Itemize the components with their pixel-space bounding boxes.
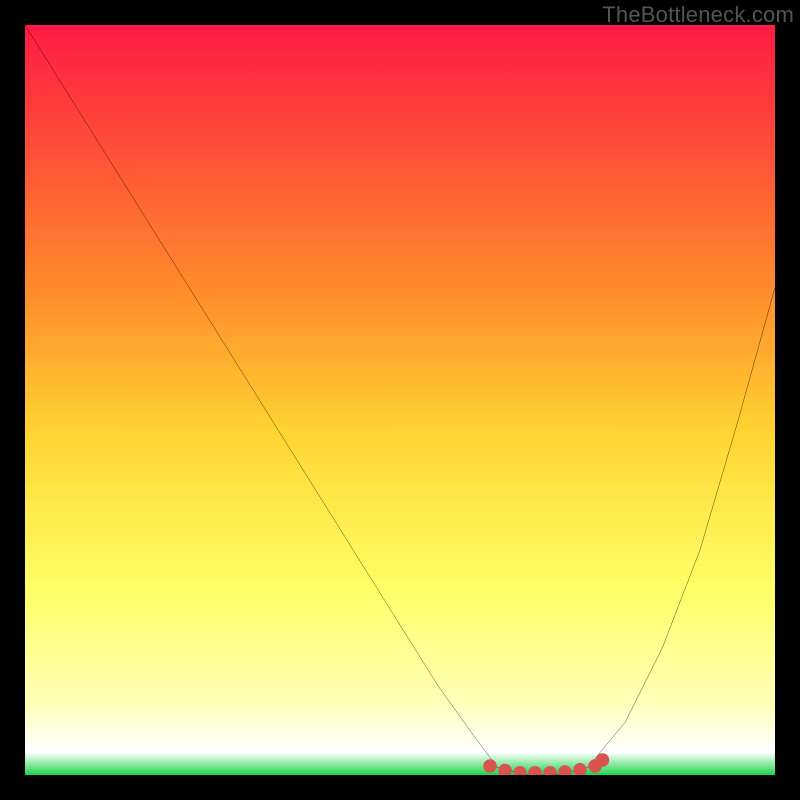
watermark-text: TheBottleneck.com [602, 2, 794, 28]
valley-marker [596, 753, 610, 767]
valley-marker [498, 764, 512, 775]
valley-marker [528, 766, 542, 775]
plot-area [25, 25, 775, 775]
valley-marker [573, 763, 587, 775]
valley-marker [483, 759, 496, 773]
valley-marker [513, 766, 527, 775]
valley-marker [558, 765, 572, 775]
bottleneck-curve [25, 25, 775, 775]
valley-marker [543, 766, 557, 775]
chart-frame: TheBottleneck.com [0, 0, 800, 800]
valley-markers-group [483, 753, 609, 775]
curve-layer [25, 25, 775, 775]
